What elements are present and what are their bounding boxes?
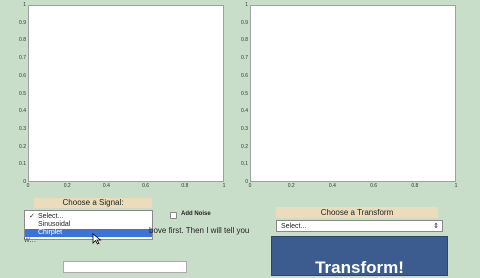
y-tick-label: 0.2 — [241, 143, 248, 150]
mouse-pointer-icon — [92, 233, 102, 245]
x-tick-label: 0.8 — [181, 183, 189, 189]
x-tick-label: 0.2 — [287, 183, 295, 189]
y-tick-label: 0.6 — [241, 72, 248, 79]
y-tick-label: 0.1 — [241, 161, 248, 168]
y-tick-label: 0.3 — [241, 125, 248, 132]
y-tick-label: 0.5 — [19, 90, 26, 97]
x-tick-label: 0.6 — [370, 183, 378, 189]
y-tick-label: 0.7 — [241, 55, 248, 62]
x-tick-label: 0 — [26, 183, 30, 189]
y-tick-label: 0.9 — [241, 19, 248, 26]
signal-dropdown-menu[interactable]: ✓ Select... Sinusoidal Chirplet — [24, 210, 153, 240]
y-tick-label: 0.4 — [241, 108, 248, 115]
y-tick-label: 0.6 — [19, 72, 26, 79]
y-tick-label: 0.8 — [241, 37, 248, 44]
y-tick-label: 1 — [23, 2, 26, 8]
y-tick-label: 0.2 — [19, 143, 26, 150]
y-tick-label: 0.4 — [19, 108, 26, 115]
y-tick-label: 0.8 — [19, 37, 26, 44]
signal-option-sinusoidal[interactable]: Sinusoidal — [25, 221, 152, 229]
signal-option-label: Chirplet — [38, 229, 63, 236]
x-tick-label: 0.2 — [63, 183, 71, 189]
select-arrows-icon: ⇕ — [433, 223, 439, 230]
instruction-text-line2: w... — [24, 235, 37, 244]
transform-select[interactable]: Select... ⇕ — [276, 220, 443, 232]
add-noise-checkbox[interactable] — [170, 212, 177, 219]
x-tick-label: 1 — [222, 183, 226, 189]
y-tick-label: 0.5 — [241, 90, 248, 97]
transform-label: Choose a Transform — [276, 207, 438, 218]
y-tick-label: 1 — [245, 2, 248, 8]
signal-option-label: Sinusoidal — [38, 221, 71, 228]
x-tick-label: 0.6 — [142, 183, 150, 189]
right-plot-area — [250, 5, 456, 182]
signal-option-chirplet[interactable]: Chirplet — [25, 229, 152, 237]
instruction-text-line1: bove first. Then I will tell you — [149, 226, 250, 235]
signal-option-label: Select... — [38, 213, 64, 220]
signal-option-select[interactable]: ✓ Select... — [25, 213, 152, 221]
checkmark-icon: ✓ — [29, 213, 35, 220]
transform-button-label: Transform! — [315, 258, 404, 277]
add-noise-label: Add Noise — [181, 211, 211, 217]
y-tick-label: 0.1 — [19, 161, 26, 168]
x-tick-label: 0 — [248, 183, 252, 189]
x-tick-label: 0.8 — [411, 183, 419, 189]
x-tick-label: 1 — [454, 183, 458, 189]
y-tick-label: 0.3 — [19, 125, 26, 132]
y-tick-label: 0.9 — [19, 19, 26, 26]
transform-button[interactable]: Transform! — [271, 236, 448, 277]
left-plot-area — [28, 5, 224, 182]
output-box — [63, 261, 187, 273]
signal-label: Choose a Signal: — [34, 198, 152, 208]
y-tick-label: 0.7 — [19, 55, 26, 62]
transform-select-value: Select... — [281, 223, 307, 230]
x-tick-label: 0.4 — [102, 183, 110, 189]
x-tick-label: 0.4 — [328, 183, 336, 189]
